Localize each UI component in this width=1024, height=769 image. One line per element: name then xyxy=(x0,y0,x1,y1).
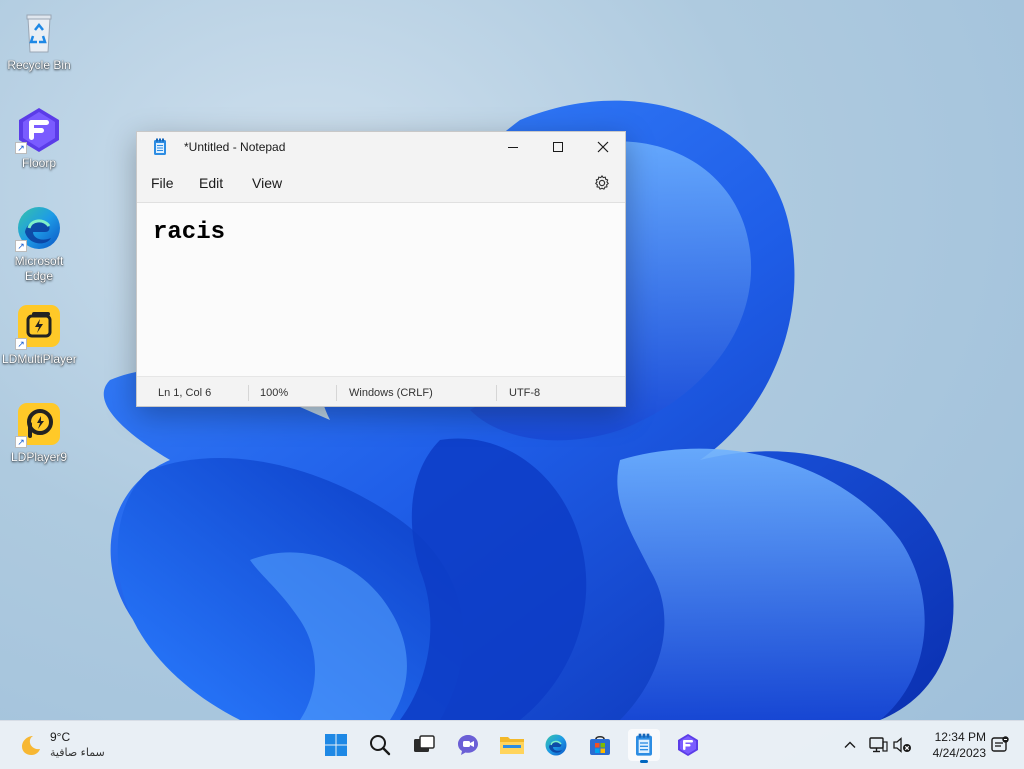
menu-file[interactable]: File xyxy=(151,175,174,191)
desktop-icon-label: Floorp xyxy=(21,156,56,170)
gear-icon xyxy=(595,175,609,190)
menu-view[interactable]: View xyxy=(252,175,282,191)
text-editor[interactable]: racis xyxy=(137,202,625,376)
status-zoom: 100% xyxy=(260,387,289,399)
floorp-icon: ↗ xyxy=(15,106,63,154)
taskbar-file-explorer-button[interactable] xyxy=(496,729,528,761)
taskbar-notepad-button[interactable] xyxy=(628,729,660,763)
taskbar-start-button[interactable] xyxy=(320,729,352,761)
weather-condition: سماء صافية xyxy=(50,746,105,759)
desktop-icon-ldplayer[interactable]: ↗ LDPlayer9 xyxy=(2,400,76,465)
maximize-button[interactable] xyxy=(535,132,581,162)
notepad-icon xyxy=(154,138,166,155)
edge-icon xyxy=(545,734,567,756)
maximize-icon xyxy=(553,142,563,152)
network-icon xyxy=(869,737,888,753)
chevron-up-icon xyxy=(844,741,856,748)
notifications-button[interactable] xyxy=(984,729,1016,761)
desktop-icon-label: LDPlayer9 xyxy=(10,450,68,464)
weather-temperature: 9°C xyxy=(50,730,71,744)
ldmultiplayer-icon: ↗ xyxy=(15,302,63,350)
shortcut-arrow-icon: ↗ xyxy=(15,338,27,350)
clock-date: 4/24/2023 xyxy=(932,746,986,760)
window-title: *Untitled - Notepad xyxy=(184,140,286,154)
moon-icon xyxy=(22,736,40,755)
desktop-icon-label: Recycle Bin xyxy=(7,58,71,72)
notepad-icon xyxy=(636,733,652,756)
taskbar-edge-button[interactable] xyxy=(540,729,572,761)
desktop-icon-ldmultiplayer[interactable]: ↗ LDMultiPlayer xyxy=(2,302,77,367)
minimize-icon xyxy=(508,147,518,148)
desktop-icon-floorp[interactable]: ↗ Floorp xyxy=(2,106,76,171)
volume-button[interactable] xyxy=(886,729,918,761)
active-app-indicator xyxy=(640,760,648,763)
taskbar-floorp-button[interactable] xyxy=(672,729,704,761)
minimize-button[interactable] xyxy=(490,132,536,162)
taskbar-chat-button[interactable] xyxy=(452,729,484,761)
chat-icon xyxy=(458,735,478,755)
status-divider xyxy=(496,385,497,401)
start-icon xyxy=(325,734,347,756)
status-bar: Ln 1, Col 6 100% Windows (CRLF) UTF-8 xyxy=(137,376,625,406)
title-bar[interactable]: *Untitled - Notepad xyxy=(137,132,625,162)
status-encoding: UTF-8 xyxy=(509,387,541,399)
volume-muted-icon xyxy=(893,737,911,753)
system-clock[interactable]: 12:34 PM 4/24/2023 xyxy=(920,729,986,761)
shortcut-arrow-icon: ↗ xyxy=(15,142,27,154)
taskbar-task-view-button[interactable] xyxy=(408,729,440,761)
menu-bar: File Edit View xyxy=(137,170,625,198)
clock-time: 12:34 PM xyxy=(934,730,986,744)
notepad-window[interactable]: *Untitled - Notepad File Edit View racis… xyxy=(136,131,626,407)
menu-edit[interactable]: Edit xyxy=(199,175,223,191)
desktop-icon-label: LDMultiPlayer xyxy=(2,352,77,366)
taskbar-store-button[interactable] xyxy=(584,729,616,761)
ldplayer-icon: ↗ xyxy=(15,400,63,448)
status-cursor-position: Ln 1, Col 6 xyxy=(158,387,212,399)
search-icon xyxy=(370,735,391,756)
recycle-bin-icon xyxy=(15,8,63,56)
settings-button[interactable] xyxy=(593,174,611,192)
status-line-ending: Windows (CRLF) xyxy=(349,387,433,399)
store-icon xyxy=(590,735,610,755)
edge-icon: ↗ xyxy=(15,204,63,252)
notification-icon xyxy=(991,736,1009,752)
desktop-icon-edge[interactable]: ↗ Microsoft Edge xyxy=(2,204,76,284)
taskbar: 9°C سماء صافية 12:34 PM 4/24/2023 xyxy=(0,720,1024,769)
close-button[interactable] xyxy=(580,132,626,162)
editor-content: racis xyxy=(153,219,226,246)
shortcut-arrow-icon: ↗ xyxy=(15,240,27,252)
file-explorer-icon xyxy=(500,737,524,754)
desktop-icon-label: Microsoft Edge xyxy=(14,254,64,283)
status-divider xyxy=(248,385,249,401)
status-divider xyxy=(336,385,337,401)
floorp-icon xyxy=(678,734,698,756)
desktop-icon-recycle-bin[interactable]: Recycle Bin xyxy=(2,8,76,73)
close-icon xyxy=(597,141,609,153)
shortcut-arrow-icon: ↗ xyxy=(15,436,27,448)
task-view-icon xyxy=(414,735,435,752)
taskbar-search-button[interactable] xyxy=(364,729,396,761)
